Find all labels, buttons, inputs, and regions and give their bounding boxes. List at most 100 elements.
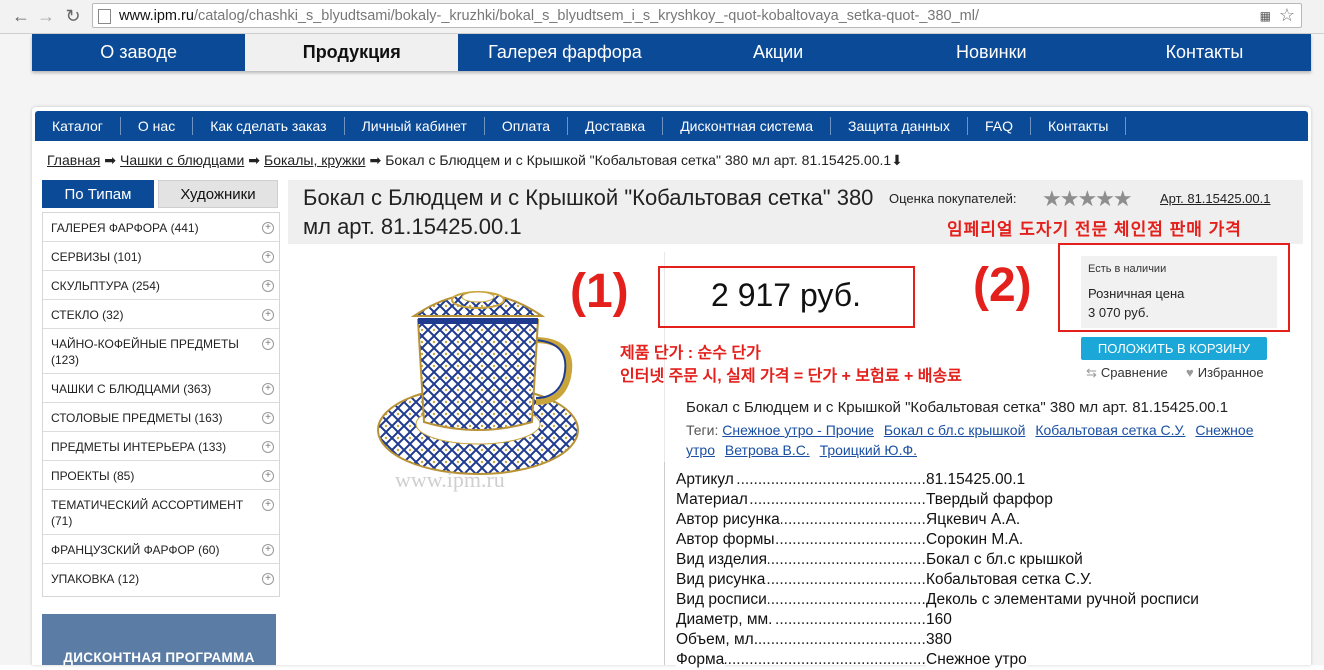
annotation-label-2: (2) — [973, 259, 1032, 312]
back-icon[interactable]: ← — [10, 6, 32, 26]
subnav-delivery[interactable]: Доставка — [568, 117, 664, 135]
category-item[interactable]: СТЕКЛО (32) + — [43, 300, 279, 329]
subnav-faq[interactable]: FAQ — [968, 117, 1031, 135]
expand-plus-icon[interactable]: + — [262, 544, 274, 556]
spec-row: ........................................… — [676, 510, 1021, 530]
tab-artists[interactable]: Художники — [158, 180, 278, 208]
category-item[interactable]: ЧАШКИ С БЛЮДЦАМИ (363) + — [43, 374, 279, 403]
breadcrumb-arrow-icon: ➡ — [369, 152, 382, 168]
expand-plus-icon[interactable]: + — [262, 309, 274, 321]
sidebar-tabs: По Типам Художники — [42, 180, 278, 208]
tab-by-type[interactable]: По Типам — [42, 180, 154, 208]
favorite-link[interactable]: ♥ Избранное — [1186, 365, 1264, 380]
category-item[interactable]: УПАКОВКА (12) + — [43, 564, 279, 593]
product-price: 2 917 руб. — [711, 277, 861, 313]
forward-icon[interactable]: → — [35, 6, 57, 26]
spec-row: ........................................… — [676, 470, 1026, 490]
subnav-about[interactable]: О нас — [121, 117, 194, 135]
rating-stars-icon[interactable]: ★★★★★ — [1042, 186, 1133, 212]
spec-table: ........................................… — [676, 470, 1236, 670]
annotation-korean-line2: 인터넷 주문 시, 실제 가격 = 단가 + 보험료 + 배송료 — [620, 368, 962, 385]
expand-plus-icon[interactable]: + — [262, 280, 274, 292]
expand-plus-icon[interactable]: + — [262, 412, 274, 424]
compare-link[interactable]: ⇆ Сравнение — [1086, 365, 1168, 381]
spec-row: ........................................… — [676, 530, 1024, 550]
spec-row: ........................................… — [676, 610, 952, 630]
bookmark-star-icon[interactable]: ☆ — [1279, 5, 1295, 26]
subnav-contacts[interactable]: Контакты — [1031, 117, 1127, 135]
category-item[interactable]: ФРАНЦУЗСКИЙ ФАРФОР (60) + — [43, 535, 279, 564]
category-item[interactable]: СТОЛОВЫЕ ПРЕДМЕТЫ (163) + — [43, 403, 279, 432]
expand-plus-icon[interactable]: + — [262, 251, 274, 263]
subnav-payment[interactable]: Оплата — [485, 117, 569, 135]
main-nav: О заводе Продукция Галерея фарфора Акции… — [32, 34, 1311, 71]
category-item[interactable]: ПРОЕКТЫ (85) + — [43, 461, 279, 490]
article-link[interactable]: Арт. 81.15425.00.1 — [1160, 191, 1271, 206]
category-item[interactable]: СКУЛЬПТУРА (254) + — [43, 271, 279, 300]
category-item[interactable]: ТЕМАТИЧЕСКИЙ АССОРТИМЕНТ (71) + — [43, 490, 279, 535]
nav-products[interactable]: Продукция — [245, 34, 459, 71]
tag-link[interactable]: Ветрова В.С. — [725, 442, 810, 458]
breadcrumb-cups[interactable]: Чашки с блюдцами — [120, 152, 244, 168]
spec-row: ........................................… — [676, 570, 1093, 590]
address-bar[interactable]: www.ipm.ru/catalog/chashki_s_blyudtsami/… — [92, 3, 1302, 28]
tags-list: Теги: Снежное утро - Прочие Бокал с бл.с… — [686, 420, 1271, 460]
breadcrumb: Главная ➡ Чашки с блюдцами ➡ Бокалы, кружки ➡… — [47, 152, 903, 169]
expand-plus-icon[interactable]: + — [262, 383, 274, 395]
compare-icon: ⇆ — [1086, 365, 1097, 380]
add-to-cart-button[interactable]: ПОЛОЖИТЬ В КОРЗИНУ — [1081, 337, 1267, 360]
subnav-account[interactable]: Личный кабинет — [345, 117, 485, 135]
breadcrumb-current: Бокал с Блюдцем и с Крышкой "Кобальтовая… — [385, 152, 903, 168]
image-watermark: www.ipm.ru — [395, 467, 505, 492]
sub-nav: Каталог О нас Как сделать заказ Личный к… — [35, 111, 1308, 141]
product-title: Бокал с Блюдцем и с Крышкой "Кобальтовая… — [303, 185, 874, 239]
retail-price-value: 3 070 руб. — [1088, 305, 1149, 320]
rating-label: Оценка покупателей: — [889, 191, 1017, 206]
expand-plus-icon[interactable]: + — [262, 573, 274, 585]
expand-plus-icon[interactable]: + — [262, 470, 274, 482]
spec-row: ........................................… — [676, 650, 1027, 670]
translate-icon[interactable]: ▦ — [1260, 9, 1271, 23]
nav-gallery[interactable]: Галерея фарфора — [458, 34, 671, 71]
reload-icon[interactable]: ↻ — [62, 6, 84, 26]
expand-plus-icon[interactable]: + — [262, 441, 274, 453]
category-item[interactable]: ПРЕДМЕТЫ ИНТЕРЬЕРА (133) + — [43, 432, 279, 461]
annotation-korean-line1: 제품 단가 : 순수 단가 — [620, 345, 761, 362]
subnav-how-to-order[interactable]: Как сделать заказ — [193, 117, 345, 135]
tag-link[interactable]: Снежное утро - Прочие — [722, 422, 874, 438]
breadcrumb-arrow-icon: ➡ — [104, 152, 117, 168]
retail-price-label: Розничная цена — [1088, 286, 1185, 301]
expand-plus-icon[interactable]: + — [262, 499, 274, 511]
subnav-data-protection[interactable]: Защита данных — [831, 117, 968, 135]
category-item[interactable]: ЧАЙНО-КОФЕЙНЫЕ ПРЕДМЕТЫ (123) + — [43, 329, 279, 374]
spec-row: ........................................… — [676, 550, 1083, 570]
nav-contacts[interactable]: Контакты — [1098, 34, 1311, 71]
breadcrumb-arrow-icon: ➡ — [248, 152, 261, 168]
nav-new[interactable]: Новинки — [885, 34, 1098, 71]
annotation-label-1: (1) — [570, 265, 629, 318]
tag-link[interactable]: Кобальтовая сетка С.У. — [1035, 422, 1185, 438]
spec-row: ........................................… — [676, 590, 1199, 610]
page-icon — [98, 9, 111, 24]
nav-promotions[interactable]: Акции — [672, 34, 885, 71]
subnav-discount[interactable]: Дисконтная система — [663, 117, 831, 135]
breadcrumb-mugs[interactable]: Бокалы, кружки — [264, 152, 365, 168]
category-item[interactable]: ГАЛЕРЕЯ ФАРФОРА (441) + — [43, 213, 279, 242]
url-text: www.ipm.ru/catalog/chashki_s_blyudtsami/… — [119, 8, 979, 24]
subnav-catalog[interactable]: Каталог — [35, 117, 121, 135]
expand-plus-icon[interactable]: + — [262, 222, 274, 234]
spec-row: ........................................… — [676, 490, 1053, 510]
discount-program-banner[interactable]: ДИСКОНТНАЯ ПРОГРАММА — [42, 614, 276, 665]
browser-toolbar: ← → ↻ www.ipm.ru/catalog/chashki_s_blyud… — [0, 0, 1324, 34]
tag-link[interactable]: Троицкий Ю.Ф. — [820, 442, 917, 458]
breadcrumb-home[interactable]: Главная — [47, 152, 100, 168]
stock-status: Есть в наличии — [1088, 263, 1167, 275]
annotation-header-korean: 임페리얼 도자기 전문 체인점 판매 가격 — [947, 220, 1242, 239]
expand-plus-icon[interactable]: + — [262, 338, 274, 350]
tag-link[interactable]: Бокал с бл.с крышкой — [884, 422, 1026, 438]
category-list: ГАЛЕРЕЯ ФАРФОРА (441) + СЕРВИЗЫ (101) + СК… — [42, 212, 280, 597]
tags-label: Теги: — [686, 422, 719, 438]
heart-icon: ♥ — [1186, 365, 1194, 380]
nav-about[interactable]: О заводе — [32, 34, 245, 71]
category-item[interactable]: СЕРВИЗЫ (101) + — [43, 242, 279, 271]
